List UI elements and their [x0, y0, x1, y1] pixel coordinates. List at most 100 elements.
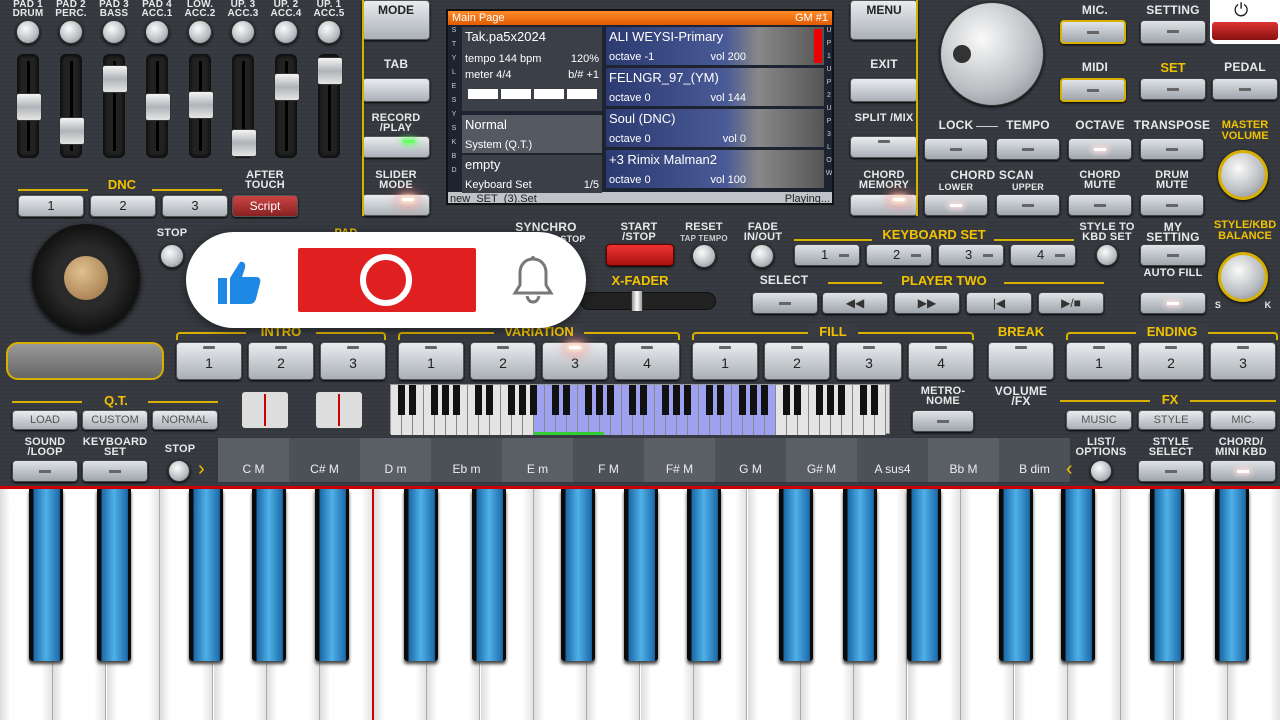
keyboard-split-icon[interactable]	[242, 392, 288, 428]
section-variation-button-4[interactable]: 4	[614, 342, 680, 380]
section-variation-button-3[interactable]: 3	[542, 342, 608, 380]
keyboard-set-button-2[interactable]	[82, 460, 148, 482]
list-knob[interactable]	[1090, 460, 1112, 482]
keyboard-set-button-4[interactable]: 4	[1010, 244, 1076, 266]
black-key[interactable]	[561, 489, 595, 661]
like-icon[interactable]	[212, 256, 264, 308]
pitch-bend-icon[interactable]	[316, 392, 362, 428]
xfader-handle[interactable]	[631, 290, 643, 312]
voice-row-1[interactable]: ALI WEYSI-Primary octave -1 vol 200	[606, 27, 824, 65]
display-left-row[interactable]: Normal System (Q.T.)	[462, 115, 602, 153]
keyboard-set-button-1[interactable]: 1	[794, 244, 860, 266]
dnc-button-1[interactable]: 1	[18, 195, 84, 217]
chord-cell-2[interactable]: C# M	[289, 438, 360, 482]
pad-knob-8[interactable]	[317, 20, 341, 44]
dnc-button-2[interactable]: 2	[90, 195, 156, 217]
black-key[interactable]	[687, 489, 721, 661]
chord-cell-11[interactable]: Bb M	[928, 438, 999, 482]
metronome-button[interactable]	[912, 410, 974, 432]
chord-cell-8[interactable]: G M	[715, 438, 786, 482]
chord-stop-knob[interactable]	[168, 460, 190, 482]
my-setting-button[interactable]	[1140, 244, 1206, 266]
jog-wheel[interactable]	[32, 224, 140, 332]
chord-cell-6[interactable]: F M	[573, 438, 644, 482]
chord-cell-3[interactable]: D m	[360, 438, 431, 482]
fader-8[interactable]	[317, 54, 343, 158]
fader-1[interactable]	[16, 54, 42, 158]
section-break-button[interactable]	[988, 342, 1054, 380]
chord-cell-4[interactable]: Eb m	[431, 438, 502, 482]
setting-button[interactable]	[1140, 20, 1206, 44]
midi-button[interactable]	[1060, 78, 1126, 102]
pad-knob-5[interactable]	[188, 20, 212, 44]
reset-knob[interactable]	[692, 244, 716, 268]
section-fill-button-4[interactable]: 4	[908, 342, 974, 380]
section-fill-button-1[interactable]: 1	[692, 342, 758, 380]
chord-cell-1[interactable]: C M	[218, 438, 289, 482]
lock-button[interactable]	[924, 138, 988, 160]
pad-knob-6[interactable]	[231, 20, 255, 44]
fader-cap-4[interactable]	[145, 93, 171, 121]
voice-row-4[interactable]: +3 Rimix Malman2 octave 0 vol 100	[606, 150, 824, 188]
auto-fill-button[interactable]	[1140, 292, 1206, 314]
drum-mute-button[interactable]	[1140, 194, 1204, 216]
section-ending-button-2[interactable]: 2	[1138, 342, 1204, 380]
split-mix-button[interactable]	[850, 136, 918, 158]
fx-music-button[interactable]: MUSIC	[1066, 410, 1132, 430]
script-button[interactable]: Script	[232, 195, 298, 217]
black-key[interactable]	[315, 489, 349, 661]
section-ending-button-3[interactable]: 3	[1210, 342, 1276, 380]
fader-cap-7[interactable]	[274, 73, 300, 101]
black-key[interactable]	[843, 489, 877, 661]
exit-button[interactable]	[850, 78, 918, 102]
fader-cap-5[interactable]	[188, 91, 214, 119]
mini-keyboard[interactable]	[390, 384, 890, 435]
voice-row-2[interactable]: FELNGR_97_(YM) octave 0 vol 144	[606, 68, 824, 106]
qt-load-button[interactable]: LOAD	[12, 410, 78, 430]
fader-cap-8[interactable]	[317, 57, 343, 85]
qt-custom-button[interactable]: CUSTOM	[82, 410, 148, 430]
chord-mute-button[interactable]	[1068, 194, 1132, 216]
bell-icon[interactable]	[510, 254, 556, 308]
subscribe-button[interactable]	[298, 248, 476, 312]
tab-button[interactable]	[362, 78, 430, 102]
chord-left-chevron-icon[interactable]: ›	[198, 458, 205, 481]
section-fill-button-2[interactable]: 2	[764, 342, 830, 380]
pad-knob-2[interactable]	[59, 20, 83, 44]
chord-cell-5[interactable]: E m	[502, 438, 573, 482]
select-button[interactable]	[752, 292, 818, 314]
slider-mode-button[interactable]	[362, 194, 430, 216]
chord-right-chevron-icon[interactable]: ‹	[1066, 458, 1073, 481]
scroll-pill[interactable]	[6, 342, 164, 380]
chord-scan-upper-button[interactable]	[996, 194, 1060, 216]
piano-keyboard[interactable]	[0, 486, 1280, 720]
section-variation-button-2[interactable]: 2	[470, 342, 536, 380]
chord-cell-7[interactable]: F# M	[644, 438, 715, 482]
chord-cell-12[interactable]: B dim	[999, 438, 1070, 482]
fader-cap-2[interactable]	[59, 117, 85, 145]
fx-mic-button[interactable]: MIC.	[1210, 410, 1276, 430]
black-key[interactable]	[252, 489, 286, 661]
black-key[interactable]	[1061, 489, 1095, 661]
section-variation-button-1[interactable]: 1	[398, 342, 464, 380]
fader-3[interactable]	[102, 54, 128, 158]
player-two-button-2[interactable]: ▶▶	[894, 292, 960, 314]
record-play-button[interactable]	[362, 136, 430, 158]
fader-7[interactable]	[274, 54, 300, 158]
fx-style-button[interactable]: STYLE	[1138, 410, 1204, 430]
pad-knob-1[interactable]	[16, 20, 40, 44]
black-key[interactable]	[624, 489, 658, 661]
start-stop-button[interactable]	[606, 244, 674, 266]
black-key[interactable]	[779, 489, 813, 661]
mode-button[interactable]: MODE	[362, 0, 430, 40]
chord-cell-10[interactable]: A sus4	[857, 438, 928, 482]
player-two-button-1[interactable]: ◀◀	[822, 292, 888, 314]
qt-normal-button[interactable]: NORMAL	[152, 410, 218, 430]
xfader-track[interactable]	[580, 290, 716, 312]
pad-knob-3[interactable]	[102, 20, 126, 44]
style-select-button[interactable]	[1138, 460, 1204, 482]
fader-5[interactable]	[188, 54, 214, 158]
style-panel[interactable]: Tak.pa5x2024 tempo 144 bpm 120% meter 4/…	[462, 27, 602, 111]
master-volume-knob[interactable]	[1218, 150, 1268, 200]
voice-row-3[interactable]: Soul (DNC) octave 0 vol 0	[606, 109, 824, 147]
